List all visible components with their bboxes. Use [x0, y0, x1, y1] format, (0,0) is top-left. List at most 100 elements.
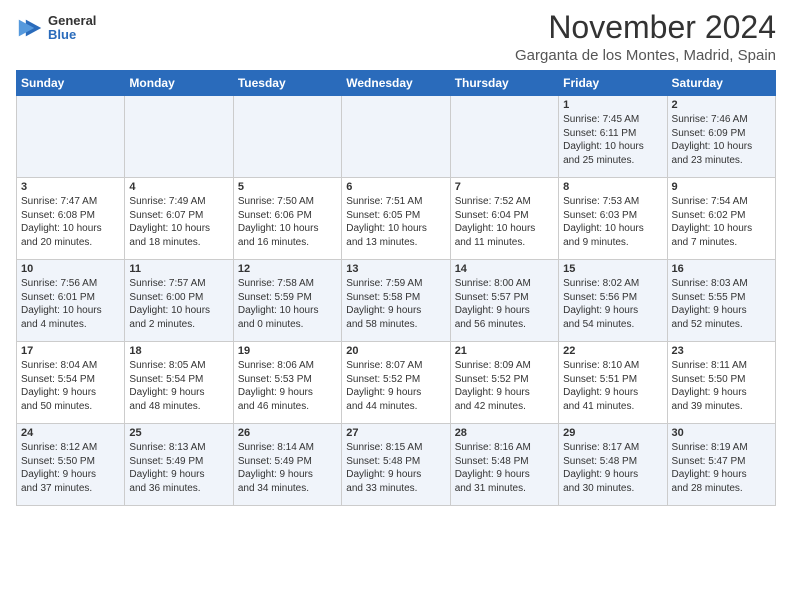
cell-info: Sunrise: 7:57 AM Sunset: 6:00 PM Dayligh…	[129, 277, 228, 331]
day-number: 29	[563, 427, 662, 439]
cell-info: Sunrise: 8:15 AM Sunset: 5:48 PM Dayligh…	[346, 441, 445, 495]
day-number: 8	[563, 181, 662, 193]
cell-info: Sunrise: 7:49 AM Sunset: 6:07 PM Dayligh…	[129, 195, 228, 249]
day-number: 11	[129, 263, 228, 275]
calendar-cell: 5 Sunrise: 7:50 AM Sunset: 6:06 PM Daylig…	[233, 178, 341, 260]
weekday-header-tuesday: Tuesday	[233, 71, 341, 96]
day-number: 23	[672, 345, 771, 357]
calendar-week-4: 24Sunrise: 8:12 AM Sunset: 5:50 PM Dayli…	[17, 424, 776, 506]
calendar-cell: 23Sunrise: 8:11 AM Sunset: 5:50 PM Dayli…	[667, 342, 775, 424]
day-number: 10	[21, 263, 120, 275]
day-number: 3	[21, 181, 120, 193]
page: General Blue November 2024 Garganta de l…	[0, 0, 792, 516]
calendar-cell: 13 Sunrise: 7:59 AM Sunset: 5:58 PM Dayli…	[342, 260, 450, 342]
cell-info: Sunrise: 8:07 AM Sunset: 5:52 PM Dayligh…	[346, 359, 445, 413]
cell-info: Sunrise: 8:02 AM Sunset: 5:56 PM Dayligh…	[563, 277, 662, 331]
day-number: 9	[672, 181, 771, 193]
cell-info: Sunrise: 8:12 AM Sunset: 5:50 PM Dayligh…	[21, 441, 120, 495]
cell-info: Sunrise: 8:13 AM Sunset: 5:49 PM Dayligh…	[129, 441, 228, 495]
cell-info: Sunrise: 7:59 AM Sunset: 5:58 PM Dayligh…	[346, 277, 445, 331]
calendar-cell: 26Sunrise: 8:14 AM Sunset: 5:49 PM Dayli…	[233, 424, 341, 506]
cell-info: Sunrise: 7:46 AM Sunset: 6:09 PM Dayligh…	[672, 113, 771, 167]
cell-info: Sunrise: 7:50 AM Sunset: 6:06 PM Dayligh…	[238, 195, 337, 249]
cell-info: Sunrise: 8:00 AM Sunset: 5:57 PM Dayligh…	[455, 277, 554, 331]
day-number: 22	[563, 345, 662, 357]
cell-info: Sunrise: 7:58 AM Sunset: 5:59 PM Dayligh…	[238, 277, 337, 331]
day-number: 5	[238, 181, 337, 193]
cell-info: Sunrise: 8:16 AM Sunset: 5:48 PM Dayligh…	[455, 441, 554, 495]
calendar-cell	[233, 96, 341, 178]
calendar-cell: 29 Sunrise: 8:17 AM Sunset: 5:48 PM Dayli…	[559, 424, 667, 506]
day-number: 25	[129, 427, 228, 439]
calendar-week-3: 17 Sunrise: 8:04 AM Sunset: 5:54 PM Dayli…	[17, 342, 776, 424]
day-number: 14	[455, 263, 554, 275]
day-number: 17	[21, 345, 120, 357]
calendar-cell: 1 Sunrise: 7:45 AM Sunset: 6:11 PM Daylig…	[559, 96, 667, 178]
logo-general: General	[48, 14, 96, 28]
cell-info: Sunrise: 7:53 AM Sunset: 6:03 PM Dayligh…	[563, 195, 662, 249]
calendar-cell: 3 Sunrise: 7:47 AM Sunset: 6:08 PM Daylig…	[17, 178, 125, 260]
calendar-cell	[450, 96, 558, 178]
calendar-header: SundayMondayTuesdayWednesdayThursdayFrid…	[17, 71, 776, 96]
calendar-cell	[17, 96, 125, 178]
cell-info: Sunrise: 7:45 AM Sunset: 6:11 PM Dayligh…	[563, 113, 662, 167]
logo-text: General Blue	[48, 14, 96, 43]
weekday-header-sunday: Sunday	[17, 71, 125, 96]
cell-info: Sunrise: 7:51 AM Sunset: 6:05 PM Dayligh…	[346, 195, 445, 249]
calendar-cell: 24Sunrise: 8:12 AM Sunset: 5:50 PM Dayli…	[17, 424, 125, 506]
cell-info: Sunrise: 8:09 AM Sunset: 5:52 PM Dayligh…	[455, 359, 554, 413]
weekday-header-wednesday: Wednesday	[342, 71, 450, 96]
day-number: 1	[563, 99, 662, 111]
weekday-header-saturday: Saturday	[667, 71, 775, 96]
calendar-cell: 14 Sunrise: 8:00 AM Sunset: 5:57 PM Dayli…	[450, 260, 558, 342]
day-number: 7	[455, 181, 554, 193]
weekday-row: SundayMondayTuesdayWednesdayThursdayFrid…	[17, 71, 776, 96]
calendar-cell: 8 Sunrise: 7:53 AM Sunset: 6:03 PM Daylig…	[559, 178, 667, 260]
calendar-cell: 17 Sunrise: 8:04 AM Sunset: 5:54 PM Dayli…	[17, 342, 125, 424]
day-number: 20	[346, 345, 445, 357]
cell-info: Sunrise: 7:54 AM Sunset: 6:02 PM Dayligh…	[672, 195, 771, 249]
calendar-cell: 28 Sunrise: 8:16 AM Sunset: 5:48 PM Dayli…	[450, 424, 558, 506]
day-number: 6	[346, 181, 445, 193]
calendar-cell: 6 Sunrise: 7:51 AM Sunset: 6:05 PM Daylig…	[342, 178, 450, 260]
calendar-cell	[125, 96, 233, 178]
calendar-cell: 20 Sunrise: 8:07 AM Sunset: 5:52 PM Dayli…	[342, 342, 450, 424]
calendar-cell: 4 Sunrise: 7:49 AM Sunset: 6:07 PM Daylig…	[125, 178, 233, 260]
cell-info: Sunrise: 8:05 AM Sunset: 5:54 PM Dayligh…	[129, 359, 228, 413]
calendar-cell: 16Sunrise: 8:03 AM Sunset: 5:55 PM Dayli…	[667, 260, 775, 342]
calendar-cell: 30Sunrise: 8:19 AM Sunset: 5:47 PM Dayli…	[667, 424, 775, 506]
location: Garganta de los Montes, Madrid, Spain	[515, 47, 776, 64]
day-number: 19	[238, 345, 337, 357]
day-number: 28	[455, 427, 554, 439]
calendar-cell: 2Sunrise: 7:46 AM Sunset: 6:09 PM Daylig…	[667, 96, 775, 178]
header: General Blue November 2024 Garganta de l…	[16, 10, 776, 64]
calendar-cell: 25 Sunrise: 8:13 AM Sunset: 5:49 PM Dayli…	[125, 424, 233, 506]
month-title: November 2024	[515, 10, 776, 45]
cell-info: Sunrise: 8:06 AM Sunset: 5:53 PM Dayligh…	[238, 359, 337, 413]
calendar-week-0: 1 Sunrise: 7:45 AM Sunset: 6:11 PM Daylig…	[17, 96, 776, 178]
logo-icon	[16, 14, 44, 42]
calendar-cell: 9 Sunrise: 7:54 AM Sunset: 6:02 PM Daylig…	[667, 178, 775, 260]
logo-blue: Blue	[48, 28, 96, 42]
day-number: 15	[563, 263, 662, 275]
calendar-cell: 15 Sunrise: 8:02 AM Sunset: 5:56 PM Dayli…	[559, 260, 667, 342]
logo: General Blue	[16, 14, 96, 43]
calendar-week-2: 10Sunrise: 7:56 AM Sunset: 6:01 PM Dayli…	[17, 260, 776, 342]
day-number: 4	[129, 181, 228, 193]
cell-info: Sunrise: 8:03 AM Sunset: 5:55 PM Dayligh…	[672, 277, 771, 331]
calendar-cell: 27 Sunrise: 8:15 AM Sunset: 5:48 PM Dayli…	[342, 424, 450, 506]
calendar-cell: 18 Sunrise: 8:05 AM Sunset: 5:54 PM Dayli…	[125, 342, 233, 424]
calendar-cell	[342, 96, 450, 178]
calendar-cell: 12Sunrise: 7:58 AM Sunset: 5:59 PM Dayli…	[233, 260, 341, 342]
weekday-header-thursday: Thursday	[450, 71, 558, 96]
calendar-week-1: 3 Sunrise: 7:47 AM Sunset: 6:08 PM Daylig…	[17, 178, 776, 260]
day-number: 26	[238, 427, 337, 439]
calendar-cell: 22Sunrise: 8:10 AM Sunset: 5:51 PM Dayli…	[559, 342, 667, 424]
day-number: 21	[455, 345, 554, 357]
day-number: 18	[129, 345, 228, 357]
cell-info: Sunrise: 7:47 AM Sunset: 6:08 PM Dayligh…	[21, 195, 120, 249]
day-number: 27	[346, 427, 445, 439]
day-number: 13	[346, 263, 445, 275]
cell-info: Sunrise: 8:04 AM Sunset: 5:54 PM Dayligh…	[21, 359, 120, 413]
cell-info: Sunrise: 8:17 AM Sunset: 5:48 PM Dayligh…	[563, 441, 662, 495]
